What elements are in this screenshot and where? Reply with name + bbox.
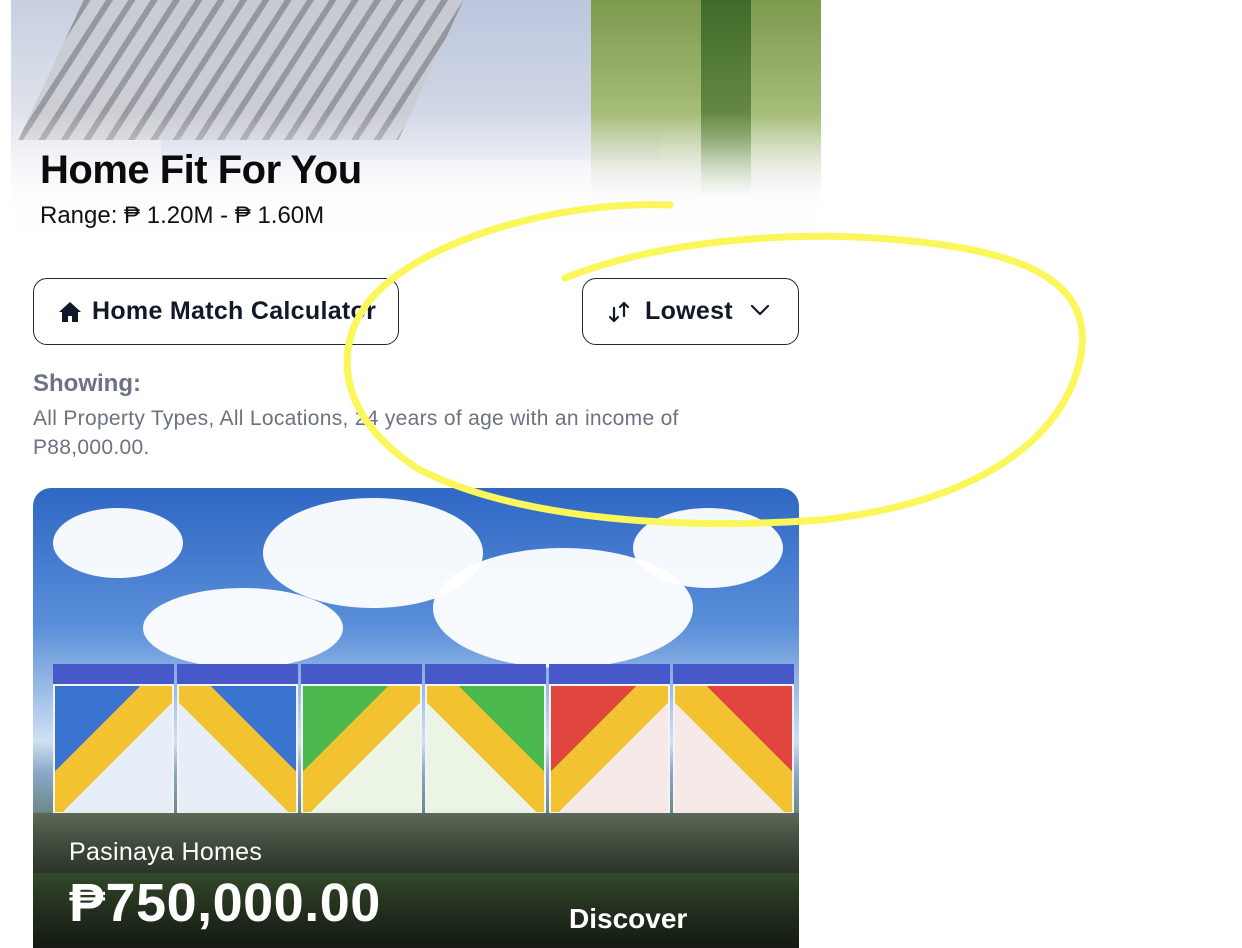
sort-selected-value: Lowest — [645, 297, 733, 325]
price-range: Range: ₱ 1.20M - ₱ 1.60M — [40, 202, 325, 229]
sort-dropdown[interactable]: Lowest — [582, 278, 799, 345]
cloud — [633, 508, 783, 588]
discover-button[interactable]: Discover — [569, 903, 687, 935]
page-title: Home Fit For You — [40, 148, 362, 192]
property-card[interactable]: Pasinaya Homes ₱750,000.00 Discover — [33, 488, 799, 948]
row-houses-illustration — [53, 664, 799, 814]
filter-summary: All Property Types, All Locations, 24 ye… — [33, 407, 679, 459]
chevron-down-icon — [750, 303, 770, 322]
cloud — [143, 588, 343, 668]
home-match-calculator-button[interactable]: Home Match Calculator — [33, 278, 399, 345]
sort-arrows-icon — [607, 300, 631, 324]
home-match-calculator-label: Home Match Calculator — [92, 297, 377, 325]
property-price: ₱750,000.00 — [69, 873, 381, 933]
home-icon — [58, 301, 82, 323]
cloud — [53, 508, 183, 578]
showing-label: Showing: — [33, 370, 141, 397]
property-name: Pasinaya Homes — [69, 838, 263, 866]
